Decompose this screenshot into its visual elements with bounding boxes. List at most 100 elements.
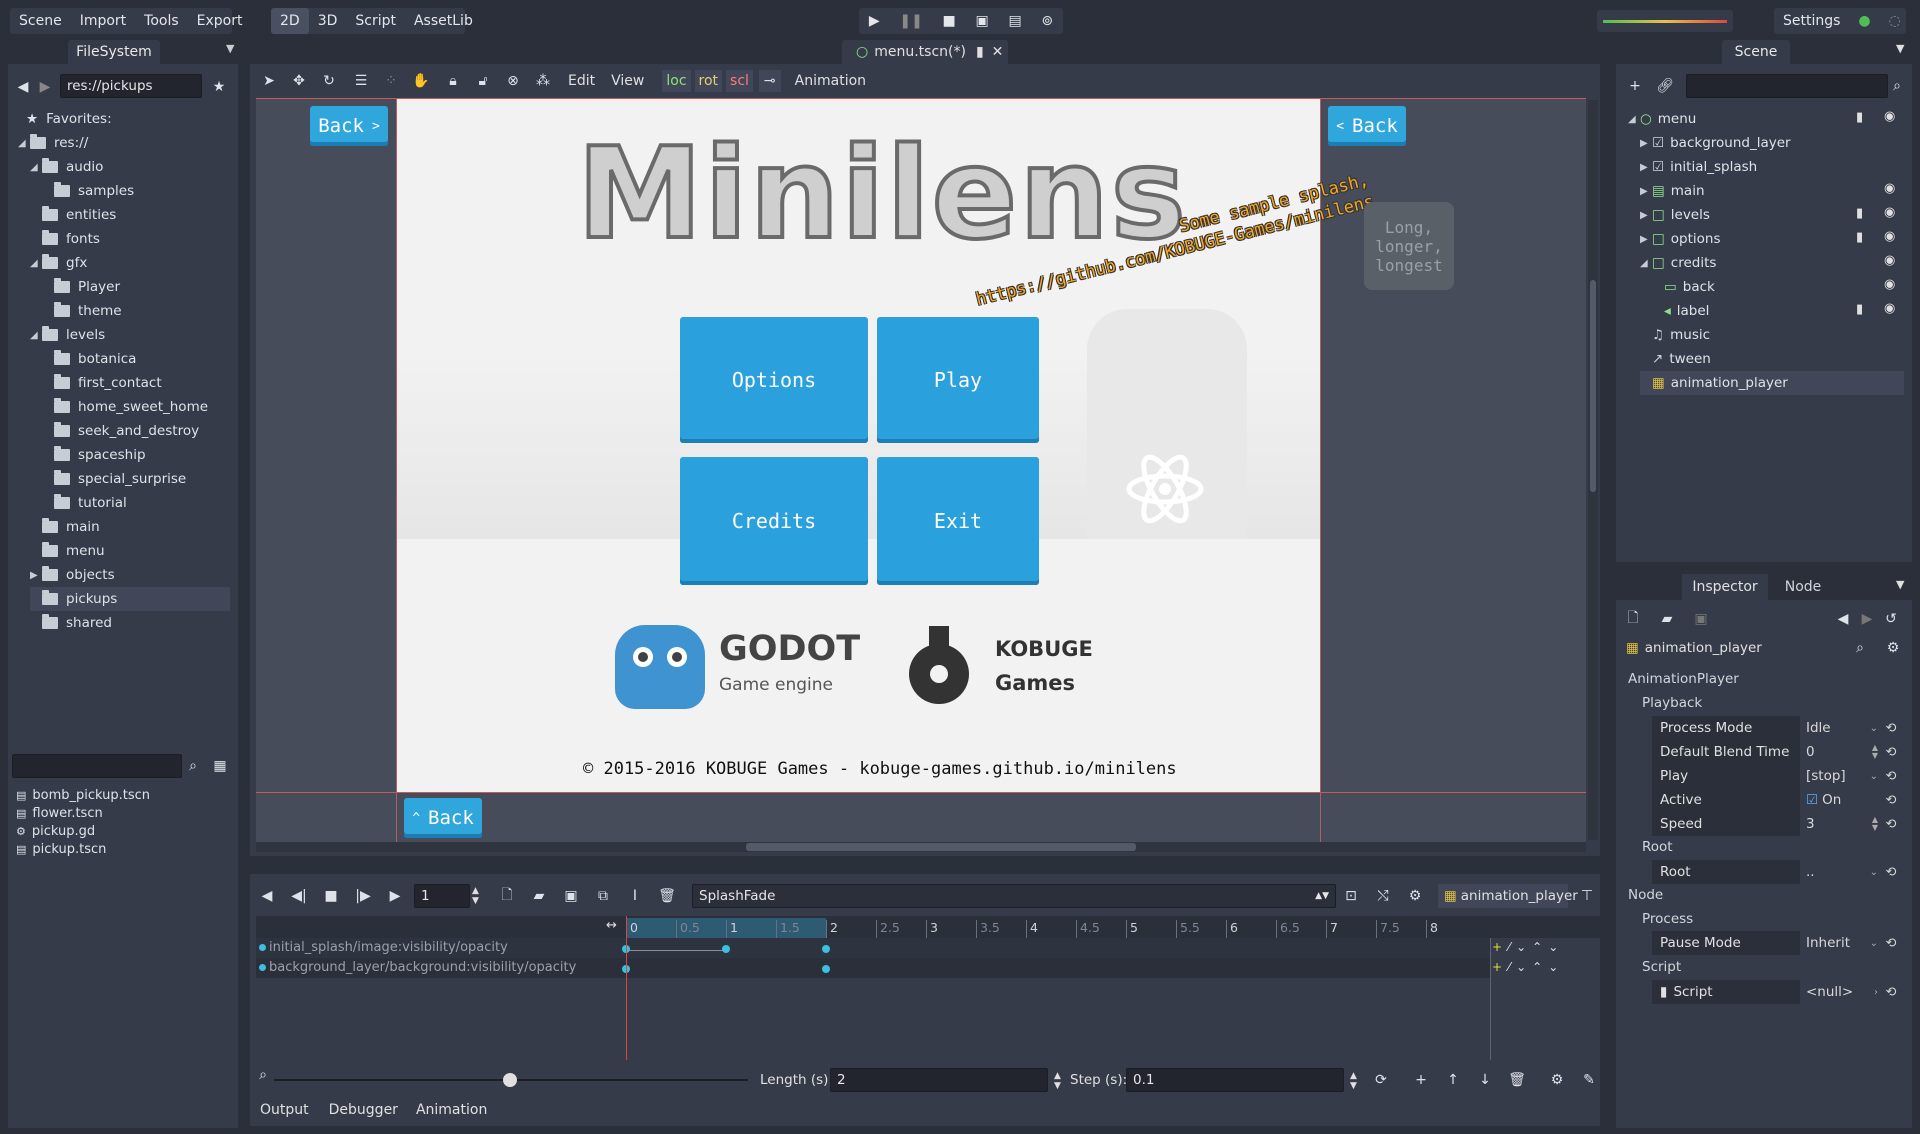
select-tool-icon[interactable]: ➤ [258, 70, 280, 92]
animation-player-selector[interactable]: ▦ animation_player [1438, 884, 1578, 908]
scene-filter-input[interactable] [1686, 74, 1888, 98]
interp-icon[interactable]: ⁄ [1508, 940, 1510, 954]
script-icon[interactable]: ▮ [1856, 206, 1863, 221]
anim-play-icon[interactable]: |▶ [352, 885, 374, 907]
path-input[interactable]: res://pickups [60, 74, 202, 98]
wrap-icon[interactable]: ⌄ [1516, 960, 1526, 974]
tab-output[interactable]: Output [250, 1102, 319, 1118]
tree-item-seek-and-destroy[interactable]: seek_and_destroy [42, 419, 199, 443]
scene-node-music[interactable]: ♫ music [1640, 323, 1710, 347]
tree-item-pickups[interactable]: pickups [30, 587, 230, 611]
keyframe[interactable] [822, 965, 830, 973]
interp-icon[interactable]: ⁄ [1508, 960, 1510, 974]
property-value-box[interactable]: Idle ⌄ ⟲ [1800, 716, 1900, 740]
remote-debug-icon[interactable]: ⊚ [1032, 8, 1062, 34]
tree-item-levels[interactable]: ◢ levels [30, 323, 105, 347]
expand-arrow-icon[interactable]: ◢ [30, 330, 42, 341]
property-row[interactable]: Pause Mode Inherit ⌄ ⟲ [1652, 931, 1900, 955]
property-row[interactable]: Play [stop] ⌄ ⟲ [1652, 764, 1900, 788]
visibility-eye-icon[interactable]: ◉ [1884, 205, 1895, 220]
play-scene-icon[interactable]: ▣ [967, 8, 998, 34]
visibility-eye-icon[interactable]: ◉ [1884, 277, 1895, 292]
expand-arrow-icon[interactable]: ◢ [18, 138, 30, 149]
edit-menu[interactable]: Edit [568, 73, 595, 89]
revert-icon[interactable]: ⟲ [1882, 721, 1900, 736]
play-backwards-from-end-icon[interactable]: ◀ [256, 885, 278, 907]
tree-item-gfx[interactable]: ◢ gfx [30, 251, 87, 275]
pause-icon[interactable]: ❚❚ [890, 8, 931, 34]
track-row[interactable]: initial_splash/image:visibility/opacity [256, 938, 1490, 958]
script-icon[interactable]: ▮ [1856, 110, 1863, 125]
scene-node-credits[interactable]: ◢ □ credits [1640, 251, 1716, 275]
property-row[interactable]: Active ☑ On ⟲ [1652, 788, 1900, 812]
script-section[interactable]: Script [1642, 959, 1681, 975]
track-down-icon[interactable]: ↓ [1474, 1069, 1496, 1091]
file-item[interactable]: ▤ pickup.tscn [16, 840, 106, 858]
expand-arrow-icon[interactable]: ▶ [1640, 138, 1652, 149]
save-resource-icon[interactable]: ▣ [1690, 608, 1712, 630]
pivot-tool-icon[interactable]: ⁘ [380, 70, 402, 92]
tree-item-home-sweet-home[interactable]: home_sweet_home [42, 395, 208, 419]
visibility-eye-icon[interactable]: ◉ [1884, 109, 1895, 124]
back-button-up[interactable]: ^ Back [404, 798, 482, 838]
instance-icon[interactable]: 🔗︎ [1654, 75, 1676, 97]
dropdown-arrow-icon[interactable]: ⌄ [1870, 771, 1878, 782]
file-item[interactable]: ▤ bomb_pickup.tscn [16, 786, 150, 804]
scene-node-menu[interactable]: ◢ ○ menu [1628, 107, 1696, 131]
track-row[interactable]: background_layer/background:visibility/o… [256, 958, 1490, 978]
track-up-icon[interactable]: ↑ [1442, 1069, 1464, 1091]
property-row[interactable]: Default Blend Time 0 ▲ ▼ ⟲ [1652, 740, 1900, 764]
back-nav-icon[interactable]: ◀ [12, 76, 34, 98]
visibility-eye-icon[interactable]: ◉ [1884, 229, 1895, 244]
tree-item-botanica[interactable]: botanica [42, 347, 136, 371]
revert-icon[interactable]: ⟲ [1882, 936, 1900, 951]
credits-button[interactable]: Credits [680, 457, 868, 585]
blend-icon[interactable]: ⤭ [1372, 885, 1394, 907]
anim-settings-icon[interactable]: ⚙ [1404, 885, 1426, 907]
spin-arrows-icon[interactable]: ▲ ▼ [1872, 744, 1878, 760]
duplicate-animation-icon[interactable]: ⧉ [592, 885, 614, 907]
revert-icon[interactable]: ⟲ [1882, 817, 1900, 832]
scene-dock-tab[interactable]: Scene [1722, 40, 1790, 64]
search-icon[interactable]: ⌕ [182, 755, 204, 777]
zoom-fit-icon[interactable]: ↔ [606, 918, 617, 933]
revert-icon[interactable]: ⟲ [1882, 793, 1900, 808]
length-input[interactable]: 2 [830, 1068, 1048, 1092]
scl-toggle[interactable]: scl [726, 70, 753, 92]
bone-icon[interactable]: ⁂ [532, 70, 554, 92]
rename-animation-icon[interactable]: I [624, 885, 646, 907]
scene-tab[interactable]: ○ menu.tscn(*) ▮ ✕ [842, 40, 1008, 64]
expand-arrow-icon[interactable]: ▶ [1640, 162, 1652, 173]
object-settings-icon[interactable]: ⚙ [1882, 637, 1904, 659]
play-from-start-icon[interactable]: ▶ [384, 885, 406, 907]
scene-node-options[interactable]: ▶ □ options [1640, 227, 1721, 251]
stop-icon[interactable]: ■ [934, 8, 965, 34]
property-value-box[interactable]: 3 ▲ ▼ ⟲ [1800, 812, 1900, 836]
tree-item-entities[interactable]: entities [30, 203, 116, 227]
menu-export[interactable]: Export [188, 8, 252, 34]
back-button-right[interactable]: Back > [310, 106, 388, 146]
tree-item-menu[interactable]: menu [30, 539, 105, 563]
back-button-left[interactable]: < Back [1328, 106, 1406, 146]
favorites-item[interactable]: ★ Favorites: [26, 107, 112, 131]
close-tab-icon[interactable]: ✕ [992, 44, 1004, 60]
play-custom-icon[interactable]: ▤ [999, 8, 1030, 34]
property-row[interactable]: Speed 3 ▲ ▼ ⟲ [1652, 812, 1900, 836]
filesystem-tab[interactable]: FileSystem [68, 40, 160, 64]
menu-tools[interactable]: Tools [135, 8, 188, 34]
load-resource-icon[interactable]: ▰ [1656, 608, 1678, 630]
property-value-box[interactable]: [stop] ⌄ ⟲ [1800, 764, 1900, 788]
spin-arrows-icon[interactable]: ▲ ▼ [1872, 816, 1878, 832]
mode-script[interactable]: Script [346, 8, 405, 34]
expand-arrow-icon[interactable]: ▶ [1640, 210, 1652, 221]
scene-node-tween[interactable]: ↗ tween [1640, 347, 1711, 371]
file-search-input[interactable] [12, 754, 182, 778]
unlock-icon[interactable]: 🔓︎ [472, 70, 494, 92]
file-item[interactable]: ▤ flower.tscn [16, 804, 103, 822]
tree-item-theme[interactable]: theme [42, 299, 122, 323]
spin-arrows-icon[interactable]: ▲ ▼ [472, 886, 479, 906]
visibility-eye-icon[interactable]: ◉ [1884, 181, 1895, 196]
key-icon[interactable]: ⊸ [758, 70, 781, 92]
process-section[interactable]: Process [1642, 911, 1693, 927]
expand-arrow-icon[interactable]: ◢ [30, 162, 42, 173]
